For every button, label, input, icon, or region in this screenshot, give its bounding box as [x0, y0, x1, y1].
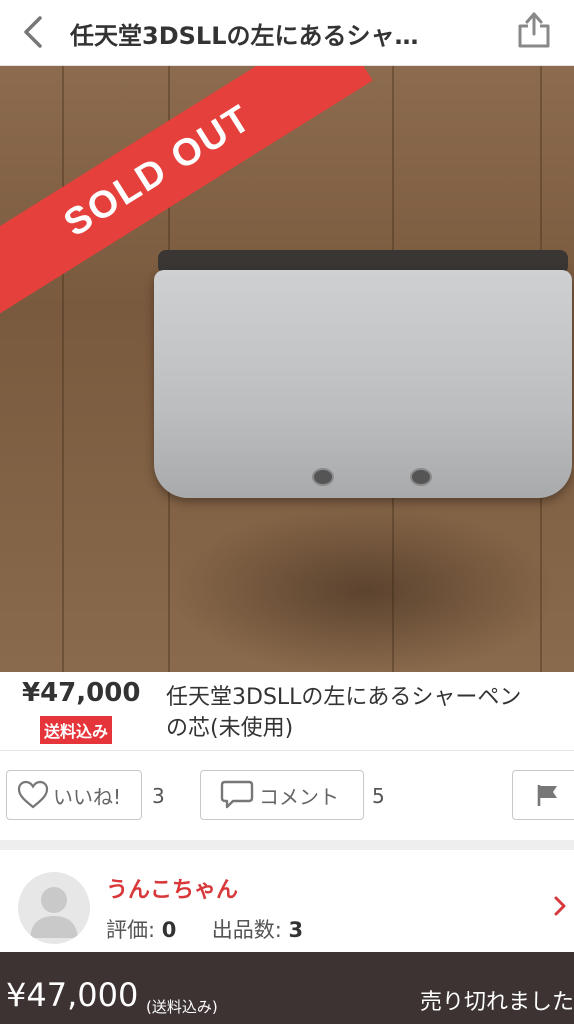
- product-photo[interactable]: SOLD OUT: [0, 66, 574, 672]
- sold-status-label: 売り切れました: [419, 990, 574, 1015]
- seller-avatar[interactable]: [18, 872, 90, 944]
- item-name-line1: 任天堂3DSLLの左にあるシャーペン: [166, 685, 522, 710]
- console-button: [312, 468, 334, 486]
- shipping-badge: 送料込み: [40, 716, 113, 744]
- chevron-left-icon[interactable]: [16, 14, 52, 50]
- floor-plank-line: [62, 66, 64, 672]
- seller-stats: 評価: 0 出品数: 3: [106, 914, 303, 944]
- listings-value: 3: [288, 918, 304, 942]
- page-title: 任天堂3DSLLの左にあるシャ…: [70, 22, 419, 50]
- console-shadow: [170, 506, 560, 672]
- comment-button[interactable]: コメント: [200, 770, 364, 820]
- comment-label: コメント: [259, 784, 339, 809]
- divider: [0, 750, 574, 751]
- chevron-right-icon[interactable]: [552, 894, 568, 918]
- user-placeholder-icon: [30, 887, 78, 938]
- sold-out-label: SOLD OUT: [56, 96, 259, 245]
- console-button: [410, 468, 432, 486]
- listings-label: 出品数:: [211, 918, 282, 942]
- comment-count: 5: [372, 784, 385, 808]
- item-name-line2: の芯(未使用): [166, 716, 294, 741]
- section-divider: [0, 840, 574, 850]
- like-count: 3: [152, 784, 165, 808]
- flag-icon: [537, 785, 557, 806]
- item-price: ¥47,000: [22, 678, 141, 708]
- comment-icon: [220, 780, 254, 809]
- rating-value: 0: [161, 918, 177, 942]
- share-icon[interactable]: [516, 10, 552, 50]
- bottom-price: ¥47,000: [6, 976, 139, 1014]
- item-name: 任天堂3DSLLの左にあるシャーペン の芯(未使用): [166, 682, 574, 744]
- seller-name[interactable]: うんこちゃん: [106, 872, 238, 904]
- heart-icon: [17, 780, 49, 809]
- app-header: 任天堂3DSLLの左にあるシャ…: [0, 0, 574, 66]
- rating-label: 評価:: [106, 918, 156, 942]
- like-label: いいね!: [53, 784, 122, 809]
- like-button[interactable]: いいね!: [6, 770, 142, 820]
- console-body: [154, 270, 572, 498]
- bottom-shipping-note: (送料込み): [146, 998, 218, 1016]
- report-button[interactable]: [512, 770, 574, 820]
